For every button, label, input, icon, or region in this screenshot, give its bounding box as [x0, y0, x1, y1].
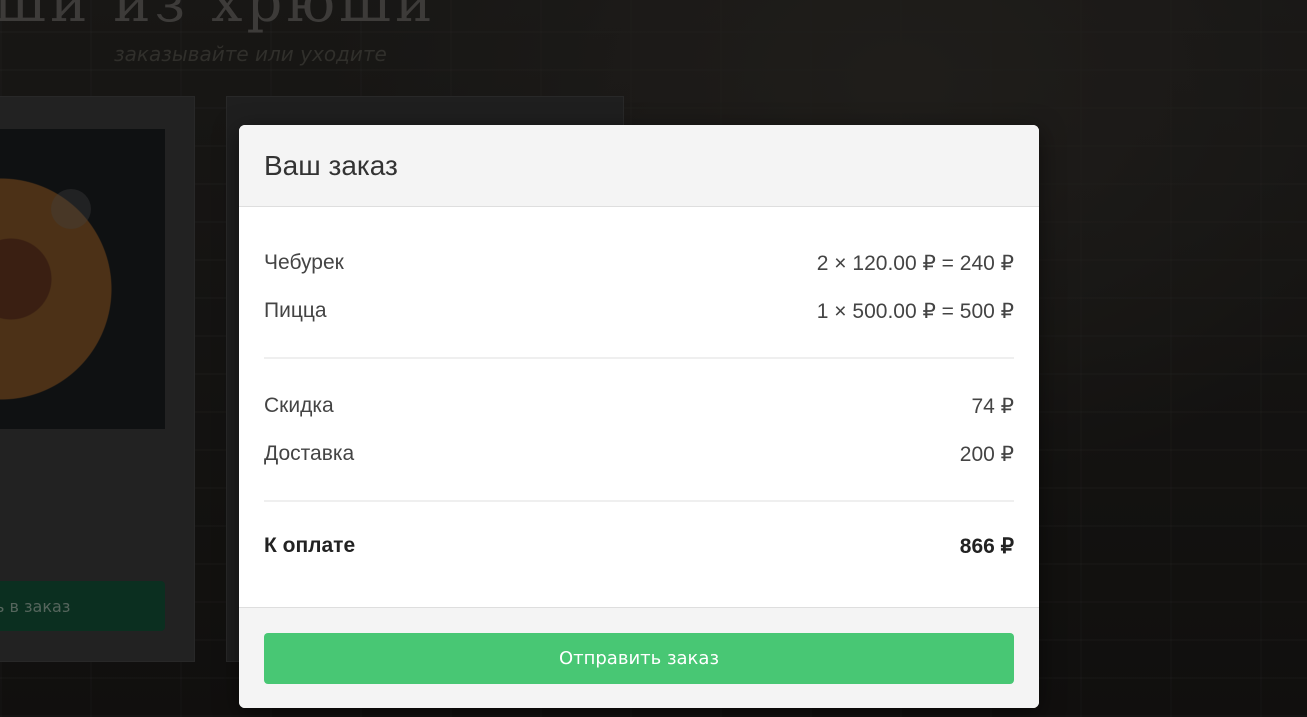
order-item-price: 2 × 120.00 ₽ = 240 ₽ — [816, 251, 1014, 275]
total-value: 866 ₽ — [959, 534, 1014, 558]
order-item-name: Чебурек — [264, 251, 344, 274]
submit-order-button[interactable]: Отправить заказ — [264, 633, 1014, 684]
discount-row: Скидка 74 ₽ — [264, 382, 1014, 430]
modal-footer: Отправить заказ — [239, 607, 1039, 708]
order-item-price: 1 × 500.00 ₽ = 500 ₽ — [816, 299, 1014, 323]
order-modal: Ваш заказ Чебурек 2 × 120.00 ₽ = 240 ₽ П… — [239, 125, 1039, 708]
delivery-row: Доставка 200 ₽ — [264, 430, 1014, 478]
order-item-name: Пицца — [264, 299, 327, 322]
modal-body: Чебурек 2 × 120.00 ₽ = 240 ₽ Пицца 1 × 5… — [239, 207, 1039, 607]
total-label: К оплате — [264, 534, 356, 557]
order-item-row: Чебурек 2 × 120.00 ₽ = 240 ₽ — [264, 239, 1014, 287]
discount-label: Скидка — [264, 394, 334, 417]
delivery-label: Доставка — [264, 442, 355, 465]
discount-value: 74 ₽ — [971, 394, 1014, 418]
divider — [264, 500, 1014, 502]
total-row: К оплате 866 ₽ — [264, 522, 1014, 570]
delivery-value: 200 ₽ — [959, 442, 1014, 466]
order-item-row: Пицца 1 × 500.00 ₽ = 500 ₽ — [264, 287, 1014, 335]
modal-title: Ваш заказ — [264, 149, 398, 181]
modal-header: Ваш заказ — [239, 125, 1039, 207]
divider — [264, 357, 1014, 359]
